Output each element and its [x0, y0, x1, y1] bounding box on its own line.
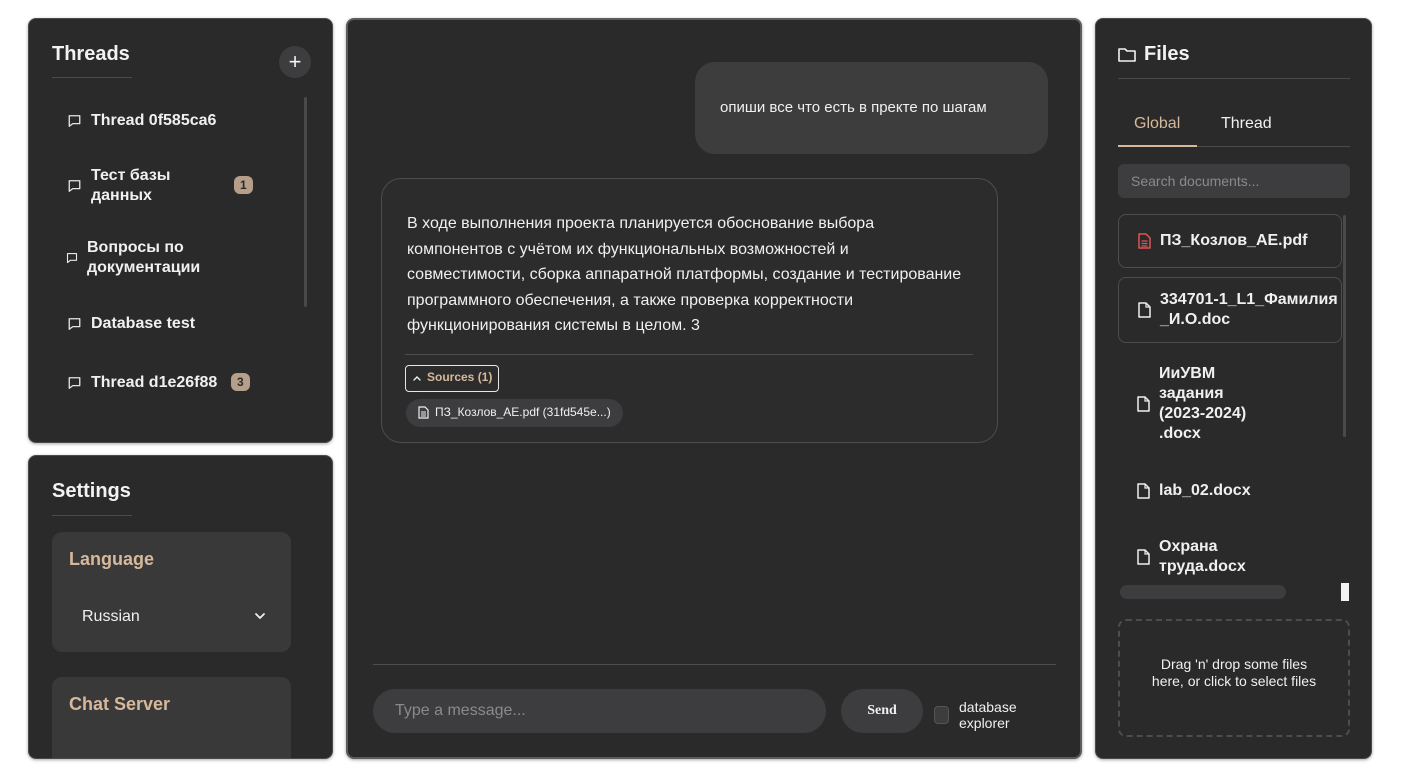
- files-horizontal-scrollbar[interactable]: [1120, 585, 1286, 599]
- thread-label: Database test: [91, 315, 196, 332]
- file-name: lab_02.docx: [1159, 482, 1251, 499]
- file-icon: [1137, 483, 1150, 499]
- file-item[interactable]: ПЗ_Козлов_АЕ.pdf: [1118, 214, 1342, 268]
- thread-label: Вопросы по документации: [87, 239, 201, 276]
- chat-server-card: Chat Server: [52, 677, 291, 758]
- files-vertical-scrollbar[interactable]: [1343, 215, 1346, 437]
- file-icon: [1137, 549, 1150, 565]
- file-name: Охрана труда.docx: [1159, 538, 1246, 575]
- thread-item[interactable]: Database test: [67, 314, 195, 334]
- settings-panel: Settings Language Russian Chat Server: [28, 455, 333, 759]
- file-item[interactable]: 334701-1_L1_Фамилия_И.О.doc: [1118, 277, 1342, 343]
- file-name: 334701-1_L1_Фамилия_И.О.doc: [1160, 291, 1338, 328]
- files-title-divider: [1118, 78, 1350, 79]
- threads-scrollbar[interactable]: [304, 97, 307, 307]
- threads-title: Threads: [52, 43, 130, 65]
- composer-divider: [373, 664, 1056, 665]
- threads-title-divider: [52, 77, 132, 78]
- file-icon: [1138, 302, 1151, 318]
- source-chip[interactable]: ПЗ_Козлов_АЕ.pdf (31fd545e...): [406, 399, 623, 427]
- user-message: опиши все что есть в пректе по шагам: [695, 62, 1048, 154]
- chat-bubble-icon: [68, 180, 81, 192]
- thread-label: Тест базы данных: [91, 167, 171, 204]
- thread-unread-badge: 3: [231, 373, 250, 391]
- files-title: Files: [1144, 43, 1190, 65]
- chat-bubble-icon: [68, 377, 81, 389]
- sources-label: Sources (1): [427, 370, 493, 384]
- thread-item[interactable]: Вопросы по документации: [66, 238, 216, 278]
- sources-toggle-button[interactable]: Sources (1): [405, 365, 500, 392]
- active-tab-indicator: [1118, 145, 1197, 147]
- assistant-message-text: В ходе выполнения проекта планируется об…: [407, 215, 962, 334]
- chat-bubble-icon: [68, 115, 81, 127]
- assistant-message: В ходе выполнения проекта планируется об…: [381, 178, 998, 443]
- assistant-message-divider: [405, 354, 973, 355]
- file-item[interactable]: lab_02.docx: [1118, 479, 1342, 503]
- thread-unread-badge: 1: [234, 176, 253, 194]
- chevron-up-icon: [413, 376, 421, 381]
- chat-panel: опиши все что есть в пректе по шагам В х…: [346, 18, 1082, 759]
- language-card: Language Russian: [52, 532, 291, 652]
- chat-server-label: Chat Server: [69, 694, 171, 714]
- settings-title-divider: [52, 515, 132, 516]
- file-icon: [1137, 396, 1150, 412]
- add-thread-button[interactable]: +: [279, 46, 311, 78]
- file-item[interactable]: Охрана труда.docx: [1118, 535, 1342, 579]
- database-explorer-checkbox[interactable]: [934, 706, 949, 724]
- chevron-down-icon: [255, 613, 265, 619]
- thread-label: Thread d1e26f88: [91, 374, 218, 391]
- tab-thread[interactable]: Thread: [1221, 115, 1272, 133]
- scrollbar-end-marker: [1341, 583, 1349, 601]
- chat-bubble-icon: [68, 318, 81, 330]
- file-name: ПЗ_Козлов_АЕ.pdf: [1160, 232, 1308, 249]
- search-documents-input[interactable]: [1118, 164, 1350, 198]
- thread-label: Thread 0f585ca6: [91, 112, 217, 129]
- thread-item[interactable]: Thread 0f585ca6: [67, 111, 216, 131]
- file-dropzone[interactable]: Drag 'n' drop some files here, or click …: [1118, 619, 1350, 737]
- file-name: ИиУВМ задания (2023-2024) .docx: [1159, 365, 1247, 442]
- settings-title: Settings: [52, 480, 131, 502]
- thread-item[interactable]: Thread d1e26f88: [67, 373, 217, 393]
- files-panel: Files Global Thread ПЗ_Козлов_АЕ.pdf 334…: [1095, 18, 1372, 759]
- send-button[interactable]: Send: [841, 689, 923, 733]
- chat-bubble-icon: [66, 252, 78, 264]
- database-explorer-label: database explorer: [959, 699, 1017, 731]
- file-item[interactable]: ИиУВМ задания (2023-2024) .docx: [1118, 362, 1342, 446]
- language-label: Language: [69, 549, 155, 569]
- thread-item[interactable]: Тест базы данных: [67, 166, 207, 206]
- language-select[interactable]: Russian: [69, 596, 274, 636]
- source-chip-label: ПЗ_Козлов_АЕ.pdf (31fd545e...): [435, 405, 611, 419]
- folder-icon: [1118, 47, 1136, 62]
- document-icon: [418, 406, 429, 419]
- threads-panel: Threads + Thread 0f585ca6 Тест базы данн…: [28, 18, 333, 443]
- files-header: Files: [1118, 43, 1190, 66]
- pdf-file-icon: [1138, 233, 1151, 249]
- tab-global[interactable]: Global: [1134, 115, 1180, 133]
- language-value: Russian: [82, 608, 140, 625]
- message-input[interactable]: [373, 689, 826, 733]
